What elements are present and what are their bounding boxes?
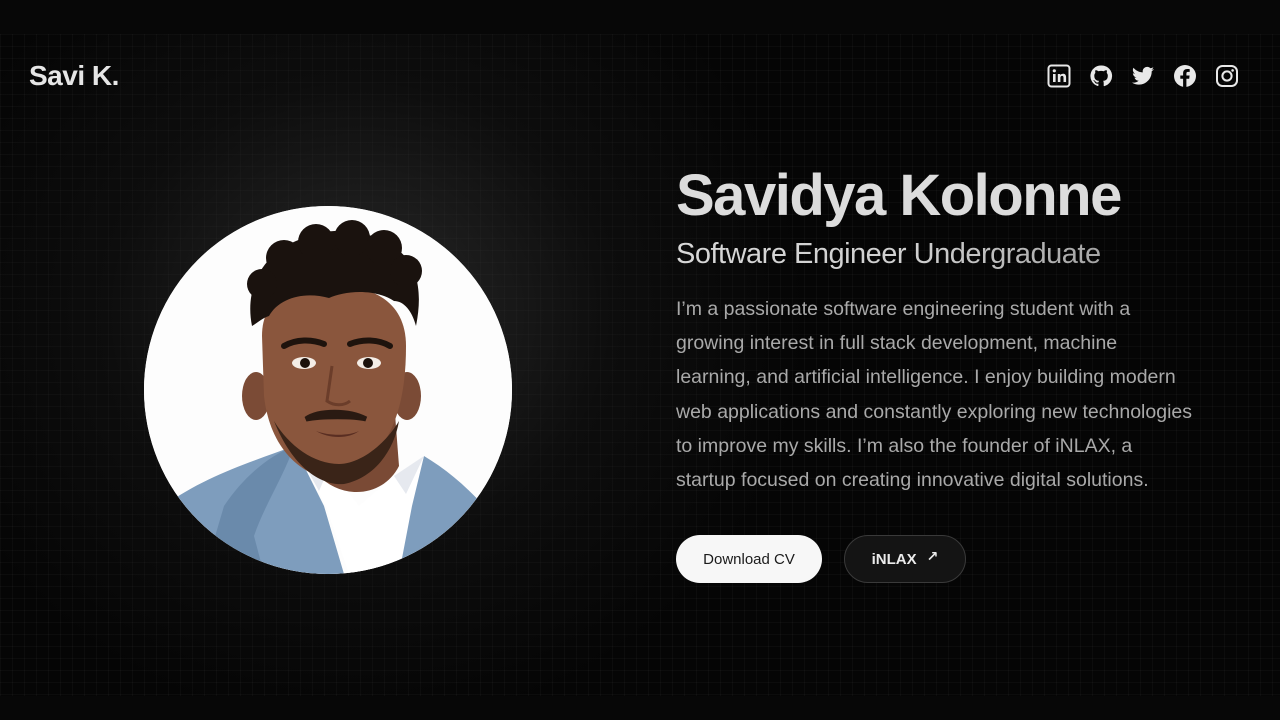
github-icon (1090, 65, 1113, 87)
profile-portrait-illustration (144, 206, 512, 574)
hero-name: Savidya Kolonne (676, 163, 1122, 228)
download-cv-button[interactable]: Download CV (676, 535, 822, 584)
hero-content: Savidya Kolonne Software Engineer Underg… (676, 163, 1216, 584)
twitter-icon (1132, 66, 1154, 85)
twitter-link[interactable] (1130, 63, 1156, 89)
profile-photo (144, 206, 512, 574)
inlax-button-label: iNLAX (871, 550, 917, 568)
linkedin-icon (1047, 64, 1071, 88)
hero-actions: Download CV iNLAX ↗ (676, 535, 1216, 584)
hero-section: Savi K. Savidya Kolonne Software Enginee… (0, 34, 1280, 696)
instagram-icon (1216, 65, 1238, 87)
github-link[interactable] (1088, 63, 1114, 89)
linkedin-link[interactable] (1046, 63, 1072, 89)
top-letterbox (0, 0, 1280, 34)
facebook-icon (1174, 65, 1196, 87)
hero-bio: I’m a passionate software engineering st… (676, 298, 1192, 492)
hero-role: Software Engineer Undergraduate (676, 236, 1216, 272)
site-logo[interactable]: Savi K. (29, 60, 119, 92)
bottom-letterbox (0, 696, 1280, 720)
arrow-up-right-icon: ↗ (926, 548, 939, 565)
instagram-link[interactable] (1214, 63, 1240, 89)
inlax-button[interactable]: iNLAX ↗ (844, 535, 966, 584)
social-links (1046, 63, 1240, 89)
facebook-link[interactable] (1172, 63, 1198, 89)
